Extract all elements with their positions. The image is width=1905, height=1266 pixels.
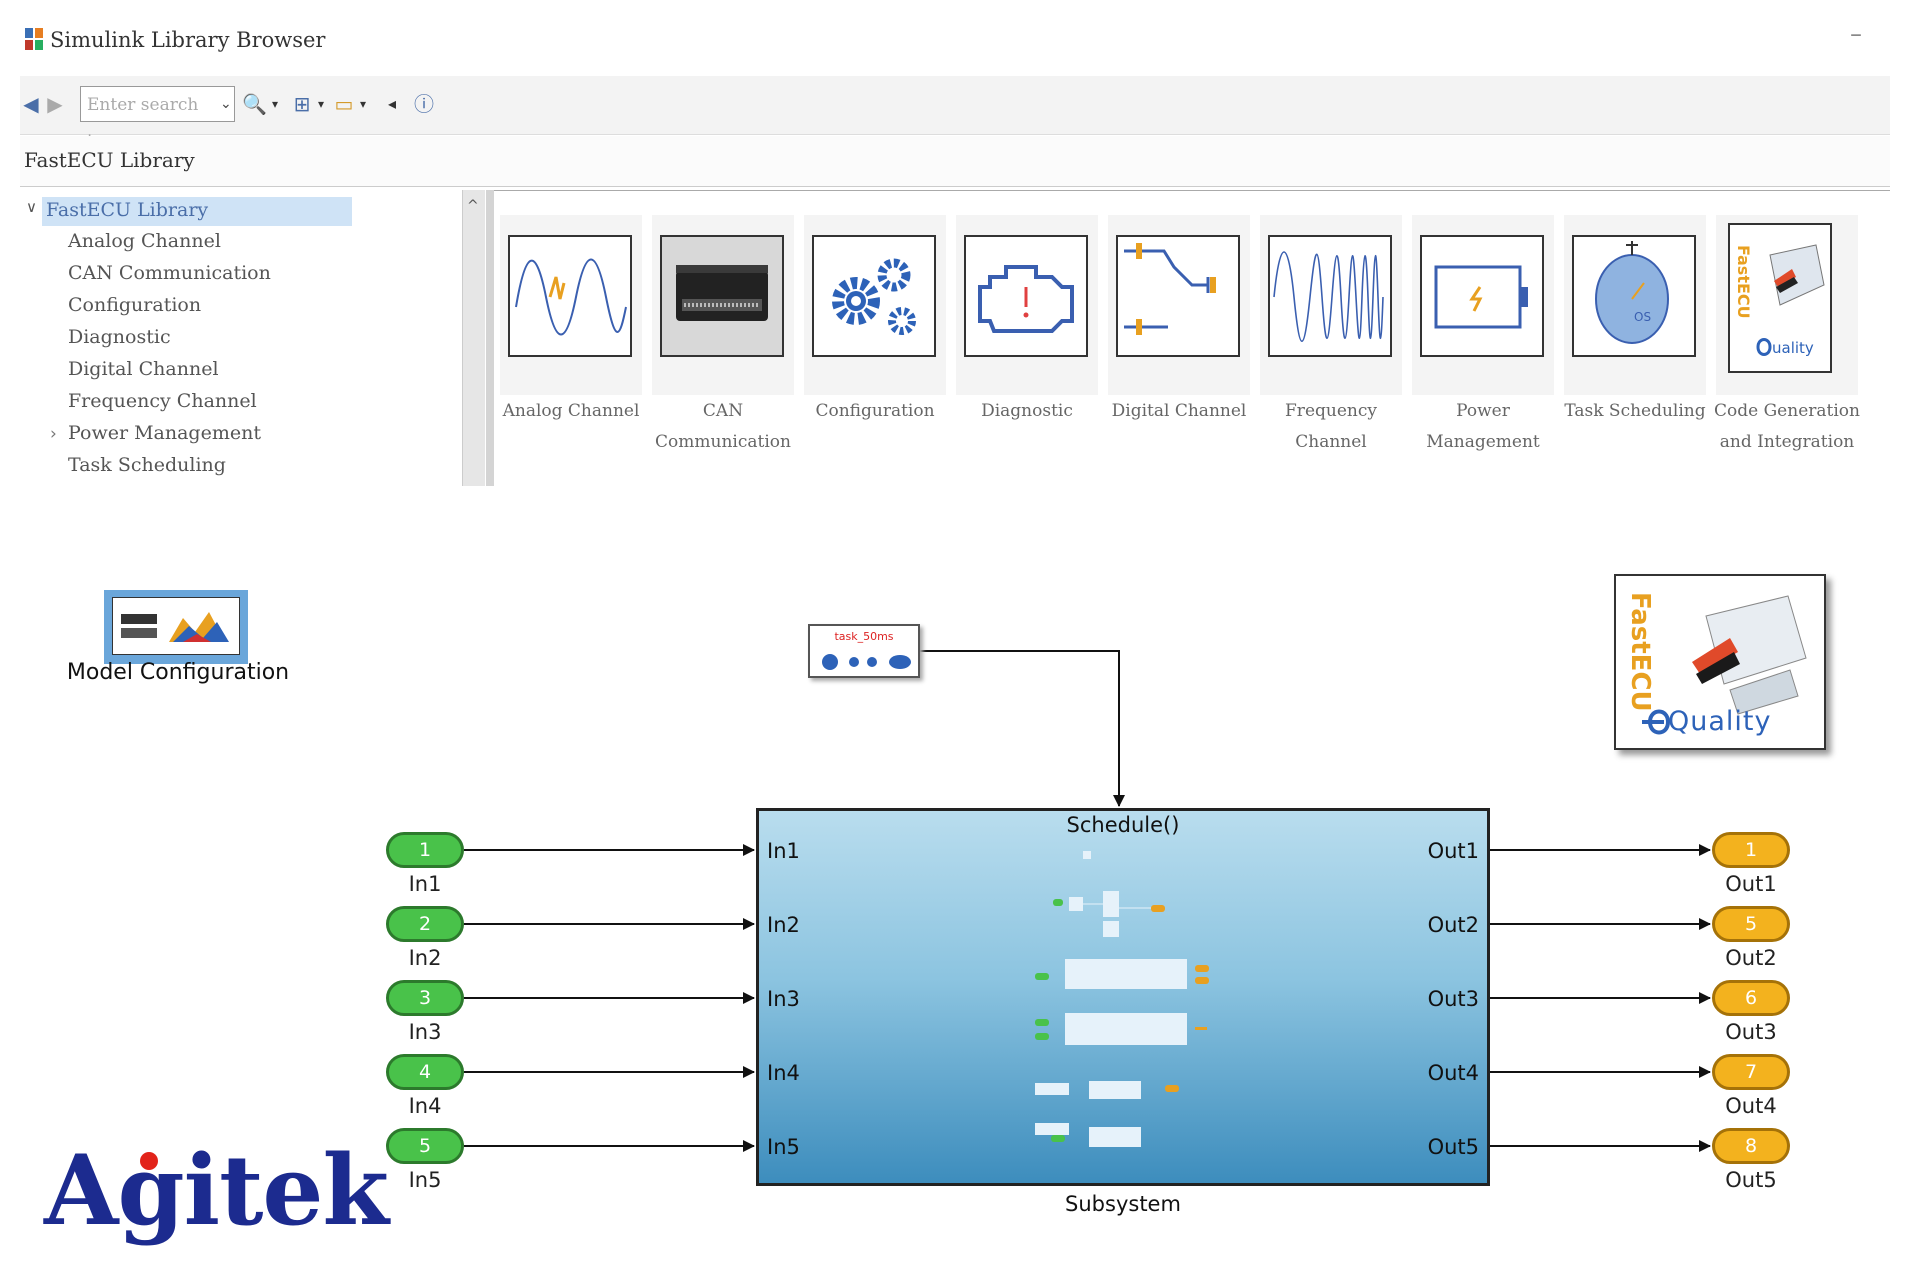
subsystem-input-in3: In3 bbox=[767, 987, 800, 1011]
subsystem-input-in2: In2 bbox=[767, 913, 800, 937]
task-label: task_50ms bbox=[834, 630, 894, 643]
subsystem-input-in4: In4 bbox=[767, 1061, 800, 1085]
model-configuration-label: Model Configuration bbox=[66, 660, 290, 685]
subsystem-block[interactable]: Schedule() In1 In2 In3 In4 In5 Out1 Out2… bbox=[756, 808, 1490, 1186]
outport-2[interactable]: 5 bbox=[1712, 906, 1790, 942]
inport-1[interactable]: 1 bbox=[386, 832, 464, 868]
outport-1-label: Out1 bbox=[1725, 872, 1777, 896]
model-configuration-icon bbox=[112, 597, 240, 655]
inport-4-label: In4 bbox=[408, 1094, 442, 1118]
outport-2-label: Out2 bbox=[1725, 946, 1777, 970]
fastecu-brand-text: FastECU bbox=[1625, 592, 1655, 712]
inport-4[interactable]: 4 bbox=[386, 1054, 464, 1090]
fastecu-tagline: Quality bbox=[1668, 706, 1772, 737]
agitek-logo-dot-icon bbox=[140, 1152, 158, 1170]
outport-3-label: Out3 bbox=[1725, 1020, 1777, 1044]
outport-5[interactable]: 8 bbox=[1712, 1128, 1790, 1164]
subsystem-output-out1: Out1 bbox=[1427, 839, 1479, 863]
subsystem-trigger-label: Schedule() bbox=[1066, 813, 1180, 837]
subsystem-contents-preview bbox=[1035, 851, 1209, 1147]
inport-5[interactable]: 5 bbox=[386, 1128, 464, 1164]
outport-5-label: Out5 bbox=[1725, 1168, 1777, 1192]
subsystem-input-in5: In5 bbox=[767, 1135, 800, 1159]
inport-2[interactable]: 2 bbox=[386, 906, 464, 942]
task-scheduler-block[interactable]: task_50ms bbox=[808, 624, 920, 678]
inport-2-label: In2 bbox=[408, 946, 442, 970]
subsystem-output-out2: Out2 bbox=[1427, 913, 1479, 937]
model-configuration-block[interactable] bbox=[104, 590, 248, 664]
inport-1-label: In1 bbox=[408, 872, 442, 896]
fastecu-logo-block[interactable]: FastECU Quality bbox=[1614, 574, 1826, 750]
inport-5-label: In5 bbox=[408, 1168, 442, 1192]
subsystem-output-out4: Out4 bbox=[1427, 1061, 1479, 1085]
outport-1[interactable]: 1 bbox=[1712, 832, 1790, 868]
agitek-logo: Agitek bbox=[44, 1134, 389, 1247]
task-dots-icon bbox=[822, 654, 911, 670]
subsystem-input-in1: In1 bbox=[767, 839, 800, 863]
inport-3-label: In3 bbox=[408, 1020, 442, 1044]
subsystem-name: Subsystem bbox=[1065, 1192, 1181, 1216]
outport-3[interactable]: 6 bbox=[1712, 980, 1790, 1016]
outport-4-label: Out4 bbox=[1725, 1094, 1777, 1118]
subsystem-output-out5: Out5 bbox=[1427, 1135, 1479, 1159]
outport-4[interactable]: 7 bbox=[1712, 1054, 1790, 1090]
subsystem-output-out3: Out3 bbox=[1427, 987, 1479, 1011]
inport-3[interactable]: 3 bbox=[386, 980, 464, 1016]
